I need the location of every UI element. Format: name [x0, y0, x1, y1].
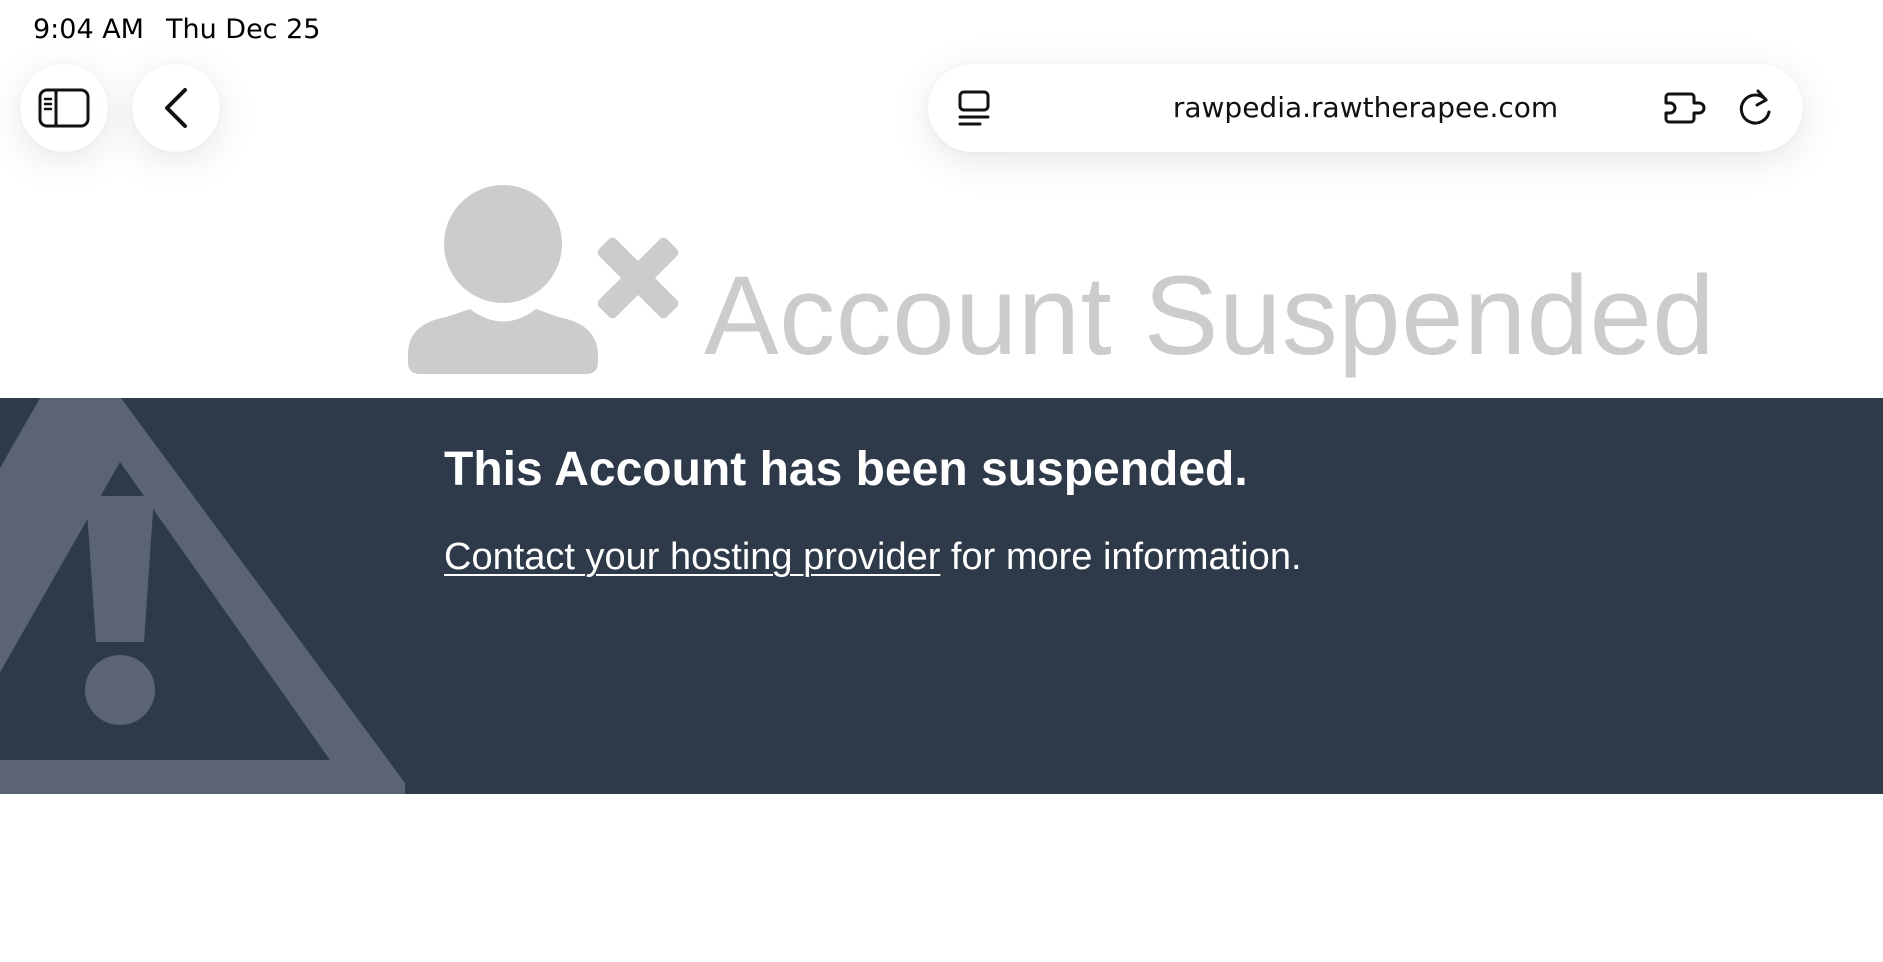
warning-triangle-icon: [0, 398, 405, 794]
chevron-left-icon: [165, 88, 187, 128]
address-bar[interactable]: rawpedia.rawtherapee.com: [928, 64, 1803, 152]
status-time: 9:04 AM: [33, 14, 144, 45]
back-button[interactable]: [132, 64, 220, 152]
status-date: Thu Dec 25: [165, 14, 321, 45]
contact-message: Contact your hosting provider for more i…: [444, 536, 1302, 579]
contact-hosting-provider-link[interactable]: Contact your hosting provider: [444, 536, 940, 578]
reload-icon[interactable]: [1736, 88, 1776, 128]
suspension-heading: This Account has been suspended.: [444, 443, 1248, 496]
sidebar-icon: [38, 88, 90, 128]
page-title: Account Suspended: [704, 253, 1716, 378]
user-x-icon: [408, 185, 679, 374]
status-bar: 9:04 AM Thu Dec 25: [33, 14, 320, 45]
page-header: Account Suspended: [0, 170, 1883, 398]
sidebar-toggle-button[interactable]: [20, 64, 108, 152]
contact-message-suffix: for more information.: [940, 536, 1302, 578]
extension-icon[interactable]: [1664, 88, 1710, 128]
suspension-notice: This Account has been suspended. Contact…: [0, 398, 1883, 794]
